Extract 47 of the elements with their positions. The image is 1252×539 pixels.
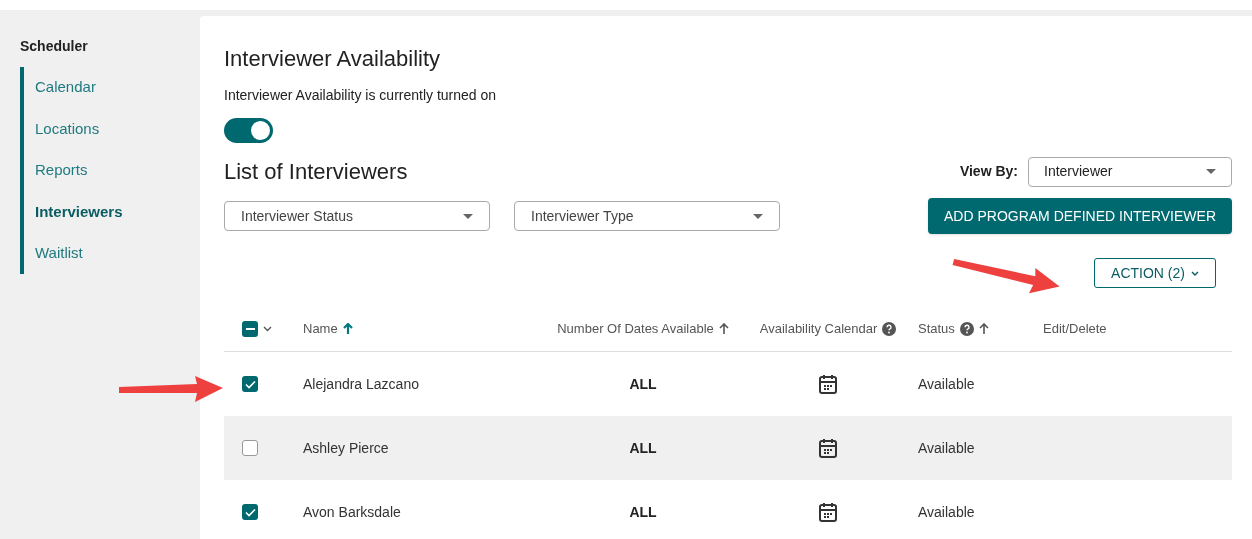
list-title: List of Interviewers (224, 158, 408, 186)
calendar-icon[interactable] (819, 438, 837, 458)
calendar-icon[interactable] (819, 374, 837, 394)
status-cell-text: Available (918, 438, 975, 458)
dates-cell-text: ALL (629, 438, 657, 458)
status-cell-text: Available (918, 502, 975, 522)
chevron-down-icon (1190, 270, 1199, 276)
sidebar-item[interactable]: Interviewers (24, 191, 200, 232)
help-icon[interactable] (882, 321, 897, 336)
column-header[interactable]: Status (918, 318, 989, 339)
calendar-icon[interactable] (819, 502, 837, 522)
view-by-dropdown[interactable]: Interviewer (1028, 156, 1232, 187)
name-cell-text: Ashley Pierce (303, 438, 389, 458)
row-checkbox[interactable] (242, 504, 258, 520)
add-interviewer-button[interactable]: ADD PROGRAM DEFINED INTERVIEWER (928, 198, 1232, 234)
row-checkbox[interactable] (242, 440, 258, 456)
dropdown-caret-icon (1206, 169, 1216, 174)
view-by-label: View By: (959, 162, 1018, 181)
name-cell-text: Avon Barksdale (303, 502, 401, 522)
sort-arrow-icon[interactable] (978, 323, 989, 334)
sidebar-item[interactable]: Calendar (24, 67, 200, 108)
dropdown-caret-icon (463, 213, 473, 219)
column-header: Edit/Delete (1043, 319, 1107, 338)
dates-cell-text: ALL (629, 374, 657, 394)
column-header[interactable]: Name (303, 318, 353, 339)
description-text: Interviewer Availability is currently turned on (224, 86, 498, 105)
sidebar-title: Scheduler (20, 37, 89, 56)
column-header: Availability Calendar (759, 318, 897, 339)
sort-arrow-icon[interactable] (342, 323, 353, 334)
sort-arrow-icon[interactable] (718, 323, 729, 334)
filter-dropdown[interactable]: Interviewer Status (224, 201, 490, 231)
column-header[interactable]: Number Of Dates Available (557, 318, 729, 339)
dropdown-caret-icon (753, 213, 763, 219)
sidebar-item[interactable]: Waitlist (24, 233, 200, 274)
help-icon[interactable] (959, 321, 974, 336)
filter-dropdown[interactable]: Interviewer Type (514, 201, 780, 231)
select-all-checkbox[interactable] (242, 320, 258, 337)
name-cell-text: Alejandra Lazcano (303, 374, 419, 394)
chevron-down-icon[interactable] (263, 325, 272, 332)
sidebar-item[interactable]: Reports (24, 150, 200, 191)
row-checkbox[interactable] (242, 376, 258, 392)
sidebar-item[interactable]: Locations (24, 108, 200, 149)
dates-cell-text: ALL (629, 502, 657, 522)
section-title: Interviewer Availability (224, 45, 442, 73)
status-cell-text: Available (918, 374, 975, 394)
action-button[interactable]: ACTION (2) (1094, 258, 1216, 288)
toggle-switch[interactable] (224, 118, 273, 143)
